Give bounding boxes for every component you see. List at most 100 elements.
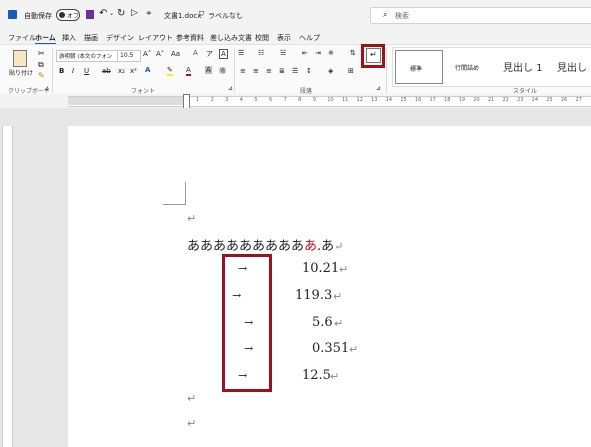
tab-design[interactable]: デザイン <box>106 33 134 43</box>
undo-dropdown-icon[interactable]: ⌄ <box>109 10 114 17</box>
format-painter-icon[interactable]: ✎ <box>38 71 45 80</box>
search-box[interactable]: ⌕ 検索 <box>370 7 591 24</box>
hiragana-text: あああああああああ <box>187 239 305 254</box>
font-name-select[interactable]: 游明朝 (本文のフォン <box>56 50 118 62</box>
multilevel-list-icon[interactable]: ☱ <box>280 49 286 57</box>
tab-mailings[interactable]: 差し込み文書 <box>210 33 252 43</box>
paragraph-mark: ↵ <box>334 240 344 253</box>
touch-mode-icon[interactable]: ▷ <box>131 8 138 18</box>
ruler-tick: 2 <box>210 97 214 103</box>
tab-help[interactable]: ヘルプ <box>299 33 320 43</box>
paragraph-mark: ↵ <box>330 370 340 383</box>
grow-font-icon[interactable]: A˄ <box>143 50 151 58</box>
borders-icon[interactable]: ⊞ <box>348 67 354 75</box>
style-normal[interactable]: 標準 <box>395 50 443 84</box>
save-icon[interactable] <box>86 10 94 19</box>
redo-icon[interactable]: ↻ <box>117 8 125 19</box>
tab-draw[interactable]: 描画 <box>84 33 98 43</box>
highlight-box-marks-button <box>361 44 385 68</box>
align-left-icon[interactable]: ≡ <box>240 67 246 75</box>
title-bar: 自動保存 オフ ↶ ⌄ ↻ ▷ ≑ 文書1.docx ⛉ ラベルなし ⌄ ⌕ 検… <box>0 0 591 30</box>
distributed-icon[interactable]: ☰ <box>292 67 298 75</box>
align-center-icon[interactable]: ≡ <box>253 67 259 75</box>
paragraph-mark: ↵ <box>333 290 343 303</box>
ruler-tick: 9 <box>312 97 316 103</box>
text-effects-icon[interactable]: A <box>145 66 150 74</box>
document-page[interactable]: ↵ ああああああああああ.あ↵ → 10.21 ↵ → 119.3 ↵ → 5.… <box>68 126 591 447</box>
sensitivity-dropdown-icon[interactable]: ⌄ <box>236 10 241 17</box>
ruler-tick: 4 <box>239 97 243 103</box>
bold-icon[interactable]: B <box>59 67 64 75</box>
style-normal-label: 標準 <box>410 66 423 73</box>
ruler-tick: 1 <box>196 97 200 103</box>
paste-icon <box>13 50 27 67</box>
ribbon-tabs: ファイル ホーム 挿入 描画 デザイン レイアウト 参考資料 差し込み文書 校閲… <box>0 30 591 44</box>
shrink-font-icon[interactable]: A˅ <box>156 50 164 58</box>
paste-button[interactable]: 貼り付け <box>9 50 33 80</box>
paragraph-mark: ↵ <box>187 212 197 225</box>
tab-view[interactable]: 表示 <box>277 33 291 43</box>
italic-icon[interactable]: I <box>72 67 74 75</box>
line-spacing-icon[interactable]: ↕ <box>306 67 312 75</box>
clipboard-launcher-icon[interactable]: ⊿ <box>44 85 49 92</box>
cut-icon[interactable]: ✂ <box>38 49 45 58</box>
increase-indent-icon[interactable]: ⇥ <box>315 49 321 57</box>
align-right-icon[interactable]: ≡ <box>266 67 272 75</box>
superscript-icon[interactable]: x² <box>130 67 137 75</box>
decrease-indent-icon[interactable]: ⇤ <box>302 49 308 57</box>
tab-references[interactable]: 参考資料 <box>176 33 204 43</box>
paragraph-launcher-icon[interactable]: ⊿ <box>376 85 381 92</box>
ruler-tick: 12 <box>356 97 363 103</box>
tab-file[interactable]: ファイル <box>8 33 36 43</box>
horizontal-ruler[interactable]: 1 2 3 4 5 6 7 8 9 10 11 12 13 14 15 16 1… <box>0 94 591 109</box>
paragraph-mark: ↵ <box>187 392 197 405</box>
change-case-icon[interactable]: Aa <box>171 50 180 58</box>
search-icon: ⌕ <box>383 10 388 19</box>
ruler-tick: 13 <box>371 97 378 103</box>
ruler-tick: 26 <box>560 97 568 103</box>
highlight-box-tab-arrows <box>222 254 272 392</box>
tab-insert[interactable]: 挿入 <box>62 33 76 43</box>
character-border-icon[interactable]: A <box>219 49 228 59</box>
character-shading-icon[interactable]: A <box>205 66 212 74</box>
separator <box>52 49 53 93</box>
clear-formatting-icon[interactable]: A <box>193 49 198 57</box>
tab-home[interactable]: ホーム <box>35 33 56 44</box>
style-gallery: 標準 行間詰め 見出し 1 見出し <box>392 47 591 87</box>
highlight-color-icon[interactable]: ✎ <box>167 66 173 76</box>
sensitivity-shield-icon: ⛉ <box>199 10 205 18</box>
hiragana-tail: .あ <box>317 239 335 254</box>
copy-icon[interactable]: ⧉ <box>38 60 44 70</box>
phonetic-guide-icon[interactable]: ア <box>206 49 213 59</box>
bullets-icon[interactable]: ☰ <box>238 49 244 57</box>
justify-icon[interactable]: ≣ <box>279 67 285 75</box>
undo-icon[interactable]: ↶ <box>99 8 107 19</box>
autosave-toggle[interactable]: オフ <box>56 9 80 21</box>
ruler-tick: 23 <box>517 97 524 103</box>
enclosed-character-icon[interactable]: ㊜ <box>219 66 226 76</box>
sort-icon[interactable]: ⇅ <box>350 49 356 57</box>
document-filename: 文書1.docx <box>164 12 202 20</box>
autosave-label: 自動保存 <box>24 12 52 20</box>
style-heading2[interactable]: 見出し <box>557 59 587 74</box>
indent-marker-icon[interactable] <box>183 94 190 109</box>
font-launcher-icon[interactable]: ⊿ <box>228 85 233 92</box>
ruler-tick: 5 <box>254 97 258 103</box>
strikethrough-icon[interactable]: ab <box>102 67 111 75</box>
tab-review[interactable]: 校閲 <box>255 33 269 43</box>
ruler-tick: 11 <box>341 97 349 103</box>
font-color-icon[interactable]: A <box>186 66 191 76</box>
style-heading1[interactable]: 見出し 1 <box>503 59 543 74</box>
font-size-select[interactable]: 10.5 <box>117 50 141 62</box>
customize-qat-icon[interactable]: ≑ <box>146 9 152 17</box>
subscript-icon[interactable]: x₂ <box>118 67 125 75</box>
underline-icon[interactable]: U <box>84 67 89 75</box>
asian-layout-icon[interactable]: ※ <box>328 49 334 57</box>
shading-icon[interactable]: ◈ <box>328 67 333 75</box>
ruler-tick: 15 <box>400 97 407 103</box>
ruler-tick: 21 <box>487 97 495 103</box>
tab-layout[interactable]: レイアウト <box>138 33 173 43</box>
word-app-icon <box>8 10 17 19</box>
numbering-icon[interactable]: ☷ <box>258 49 264 57</box>
style-no-spacing[interactable]: 行間詰め <box>455 63 479 72</box>
